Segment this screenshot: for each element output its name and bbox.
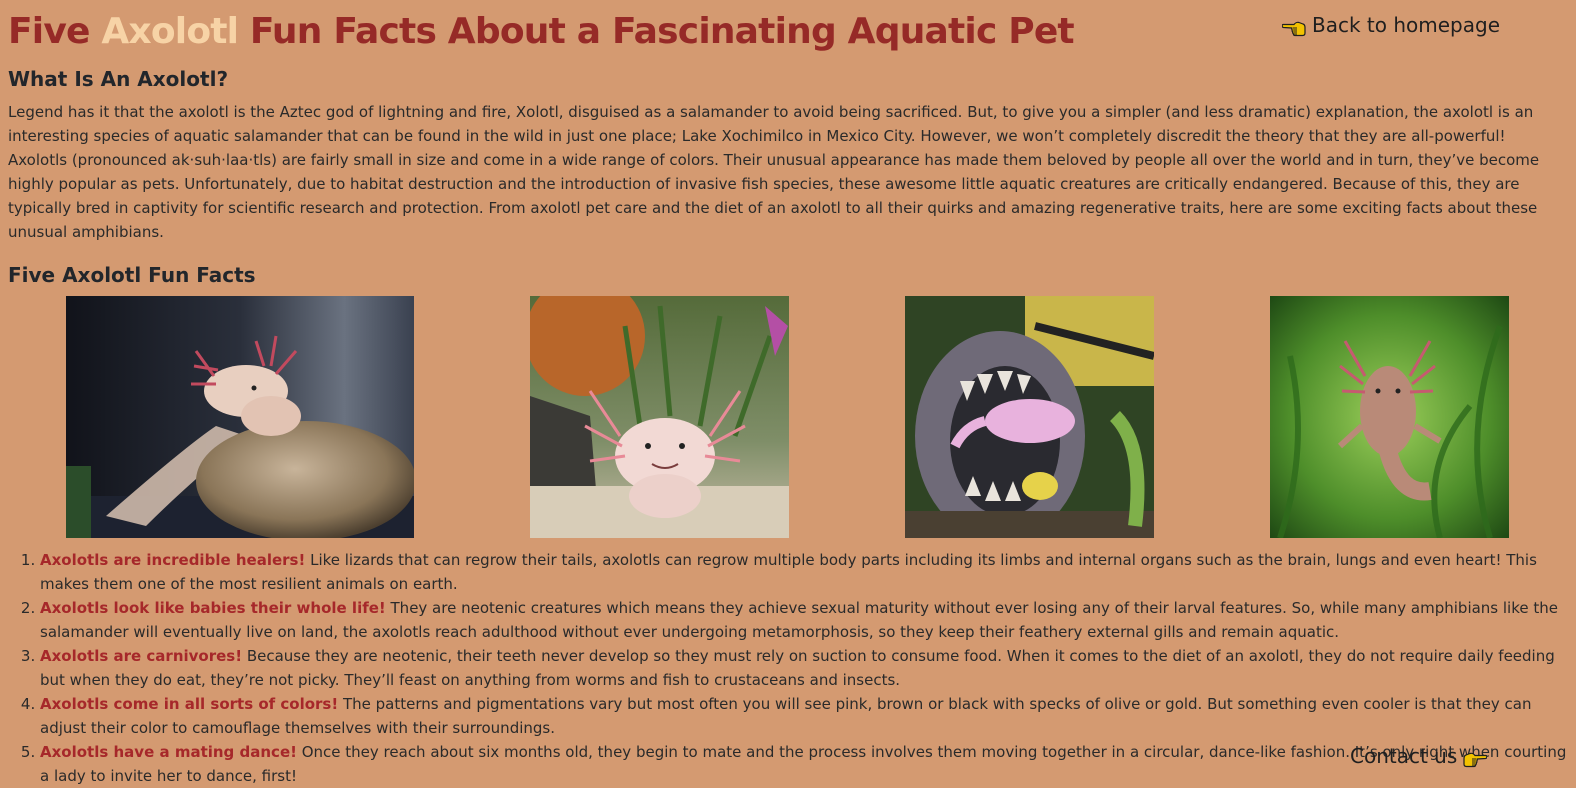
- fact-item: Axolotls look like babies their whole li…: [40, 596, 1568, 644]
- title-part-2: Fun Facts About a Fascinating Aquatic Pe…: [238, 11, 1075, 52]
- fact-title: Axolotls are carnivores!: [40, 647, 243, 665]
- back-to-homepage-link[interactable]: Back to homepage: [1281, 11, 1500, 39]
- pink-axolotl-smiling-photo: [530, 296, 789, 538]
- contact-link-label: Contact us: [1350, 744, 1458, 768]
- contact-us-link[interactable]: Contact us: [1350, 742, 1488, 770]
- axolotl-in-shark-jaw-photo: [905, 296, 1154, 538]
- pointing-hand-left-icon: [1281, 16, 1306, 37]
- photo-gallery: [8, 296, 1568, 540]
- axolotl-swimming-green-photo: [1270, 296, 1509, 538]
- fact-title: Axolotls have a mating dance!: [40, 743, 297, 761]
- fact-text: Because they are neotenic, their teeth n…: [40, 647, 1555, 689]
- back-link-label: Back to homepage: [1312, 13, 1500, 37]
- fact-item: Axolotls have a mating dance! Once they …: [40, 740, 1568, 788]
- intro-heading: What Is An Axolotl?: [8, 67, 229, 91]
- title-accent-word: Axolotl: [101, 11, 239, 52]
- fact-item: Axolotls are incredible healers! Like li…: [40, 548, 1568, 596]
- fact-title: Axolotls come in all sorts of colors!: [40, 695, 339, 713]
- facts-list: Axolotls are incredible healers! Like li…: [8, 548, 1568, 788]
- title-part-1: Five: [8, 11, 102, 52]
- fact-title: Axolotls are incredible healers!: [40, 551, 306, 569]
- page: Five Axolotl Fun Facts About a Fascinati…: [0, 0, 1576, 788]
- axolotl-on-rock-photo: [66, 296, 414, 538]
- fact-title: Axolotls look like babies their whole li…: [40, 599, 386, 617]
- intro-paragraph: Legend has it that the axolotl is the Az…: [8, 103, 1540, 241]
- pointing-hand-right-icon: [1463, 747, 1488, 768]
- fact-item: Axolotls come in all sorts of colors! Th…: [40, 692, 1568, 740]
- facts-heading: Five Axolotl Fun Facts: [8, 263, 256, 287]
- fact-item: Axolotls are carnivores! Because they ar…: [40, 644, 1568, 692]
